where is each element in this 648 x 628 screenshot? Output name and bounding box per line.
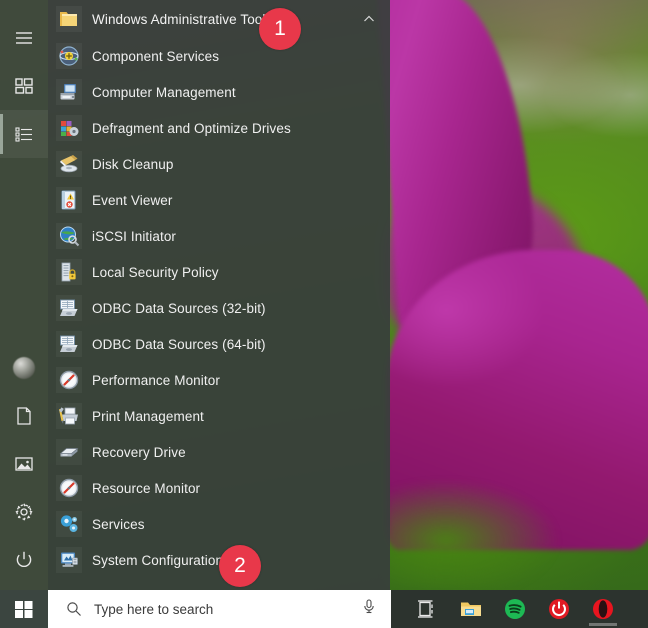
app-list: Windows Administrative Tools bbox=[48, 0, 390, 590]
sidebar-item-power[interactable] bbox=[0, 536, 48, 584]
component-services-icon bbox=[56, 43, 82, 69]
performance-monitor-icon bbox=[56, 367, 82, 393]
computer-management-icon bbox=[56, 79, 82, 105]
app-item-print-management[interactable]: Print Management bbox=[48, 398, 390, 434]
search-placeholder: Type here to search bbox=[94, 602, 213, 617]
app-item-computer-management[interactable]: Computer Management bbox=[48, 74, 390, 110]
sidebar-item-all-apps-list[interactable] bbox=[0, 110, 48, 158]
taskbar-spacer bbox=[391, 590, 405, 628]
app-group-label: Windows Administrative Tools bbox=[92, 12, 272, 27]
app-item-label: Recovery Drive bbox=[92, 445, 186, 460]
recovery-drive-icon bbox=[56, 439, 82, 465]
sidebar-item-tiles[interactable] bbox=[0, 62, 48, 110]
app-item-label: ODBC Data Sources (64-bit) bbox=[92, 337, 266, 352]
app-item-label: Performance Monitor bbox=[92, 373, 220, 388]
app-item-recovery-drive[interactable]: Recovery Drive bbox=[48, 434, 390, 470]
app-item-odbc-data-sources-32-bit[interactable]: ODBC Data Sources (32-bit) bbox=[48, 290, 390, 326]
sidebar-item-settings[interactable] bbox=[0, 488, 48, 536]
sidebar-item-hamburger-menu[interactable] bbox=[0, 14, 48, 62]
app-item-label: Event Viewer bbox=[92, 193, 173, 208]
windows-logo-icon bbox=[13, 598, 35, 620]
iscsi-initiator-icon bbox=[56, 223, 82, 249]
app-item-label: Local Security Policy bbox=[92, 265, 219, 280]
print-management-icon bbox=[56, 403, 82, 429]
taskbar: Type here to search bbox=[0, 590, 648, 628]
app-item-performance-monitor[interactable]: Performance Monitor bbox=[48, 362, 390, 398]
annotation-badge-1: 1 bbox=[259, 8, 301, 50]
all-apps-list-icon bbox=[14, 124, 34, 144]
app-item-label: Component Services bbox=[92, 49, 219, 64]
app-item-label: System Configuration bbox=[92, 553, 223, 568]
app-item-resource-monitor[interactable]: Resource Monitor bbox=[48, 470, 390, 506]
app-item-event-viewer[interactable]: Event Viewer bbox=[48, 182, 390, 218]
microphone-icon[interactable] bbox=[361, 599, 377, 620]
app-item-label: iSCSI Initiator bbox=[92, 229, 176, 244]
taskbar-item-task-view[interactable] bbox=[405, 590, 449, 628]
task-view-icon bbox=[416, 598, 438, 620]
app-item-label: Disk Cleanup bbox=[92, 157, 174, 172]
taskbar-item-opera[interactable] bbox=[581, 590, 625, 628]
app-item-services[interactable]: Services bbox=[48, 506, 390, 542]
taskbar-item-file-explorer[interactable] bbox=[449, 590, 493, 628]
event-viewer-icon bbox=[56, 187, 82, 213]
disk-cleanup-icon bbox=[56, 151, 82, 177]
wallpaper-grass bbox=[386, 470, 646, 590]
start-menu-rail bbox=[0, 0, 48, 590]
folder-icon bbox=[459, 597, 483, 621]
app-group-header-windows-administrative-tools[interactable]: Windows Administrative Tools bbox=[48, 0, 390, 38]
app-item-local-security-policy[interactable]: Local Security Policy bbox=[48, 254, 390, 290]
app-item-defragment-and-optimize-drives[interactable]: Defragment and Optimize Drives bbox=[48, 110, 390, 146]
system-configuration-icon bbox=[56, 547, 82, 573]
folder-icon bbox=[56, 6, 82, 32]
app-item-odbc-data-sources-64-bit[interactable]: ODBC Data Sources (64-bit) bbox=[48, 326, 390, 362]
power-icon bbox=[14, 550, 34, 570]
app-item-label: Print Management bbox=[92, 409, 204, 424]
document-icon bbox=[14, 406, 34, 426]
search-input[interactable]: Type here to search bbox=[48, 590, 391, 628]
sidebar-item-documents[interactable] bbox=[0, 392, 48, 440]
services-icon bbox=[56, 511, 82, 537]
sidebar-item-user-account[interactable] bbox=[0, 344, 48, 392]
app-item-component-services[interactable]: Component Services bbox=[48, 38, 390, 74]
avatar bbox=[13, 357, 35, 379]
annotation-badge-2: 2 bbox=[219, 545, 261, 587]
chevron-up-icon[interactable] bbox=[362, 12, 376, 26]
hamburger-menu-icon bbox=[14, 28, 34, 48]
local-security-policy-icon bbox=[56, 259, 82, 285]
opera-icon bbox=[591, 597, 615, 621]
screen: Windows Administrative Tools bbox=[0, 0, 648, 628]
spotify-icon bbox=[503, 597, 527, 621]
app-item-label: Resource Monitor bbox=[92, 481, 200, 496]
defragment-icon bbox=[56, 115, 82, 141]
start-button[interactable] bbox=[0, 590, 48, 628]
tiles-icon bbox=[14, 76, 34, 96]
power-icon bbox=[547, 597, 571, 621]
app-item-label: Computer Management bbox=[92, 85, 236, 100]
odbc-icon bbox=[56, 295, 82, 321]
resource-monitor-icon bbox=[56, 475, 82, 501]
app-item-label: Defragment and Optimize Drives bbox=[92, 121, 291, 136]
taskbar-item-shutdown-shortcut[interactable] bbox=[537, 590, 581, 628]
app-item-label: ODBC Data Sources (32-bit) bbox=[92, 301, 266, 316]
sidebar-item-pictures[interactable] bbox=[0, 440, 48, 488]
picture-icon bbox=[14, 454, 34, 474]
odbc-icon bbox=[56, 331, 82, 357]
search-icon bbox=[66, 601, 82, 617]
app-item-label: Services bbox=[92, 517, 145, 532]
app-item-disk-cleanup[interactable]: Disk Cleanup bbox=[48, 146, 390, 182]
app-item-iscsi-initiator[interactable]: iSCSI Initiator bbox=[48, 218, 390, 254]
start-menu-panel: Windows Administrative Tools bbox=[0, 0, 390, 590]
taskbar-item-spotify[interactable] bbox=[493, 590, 537, 628]
gear-icon bbox=[14, 502, 34, 522]
